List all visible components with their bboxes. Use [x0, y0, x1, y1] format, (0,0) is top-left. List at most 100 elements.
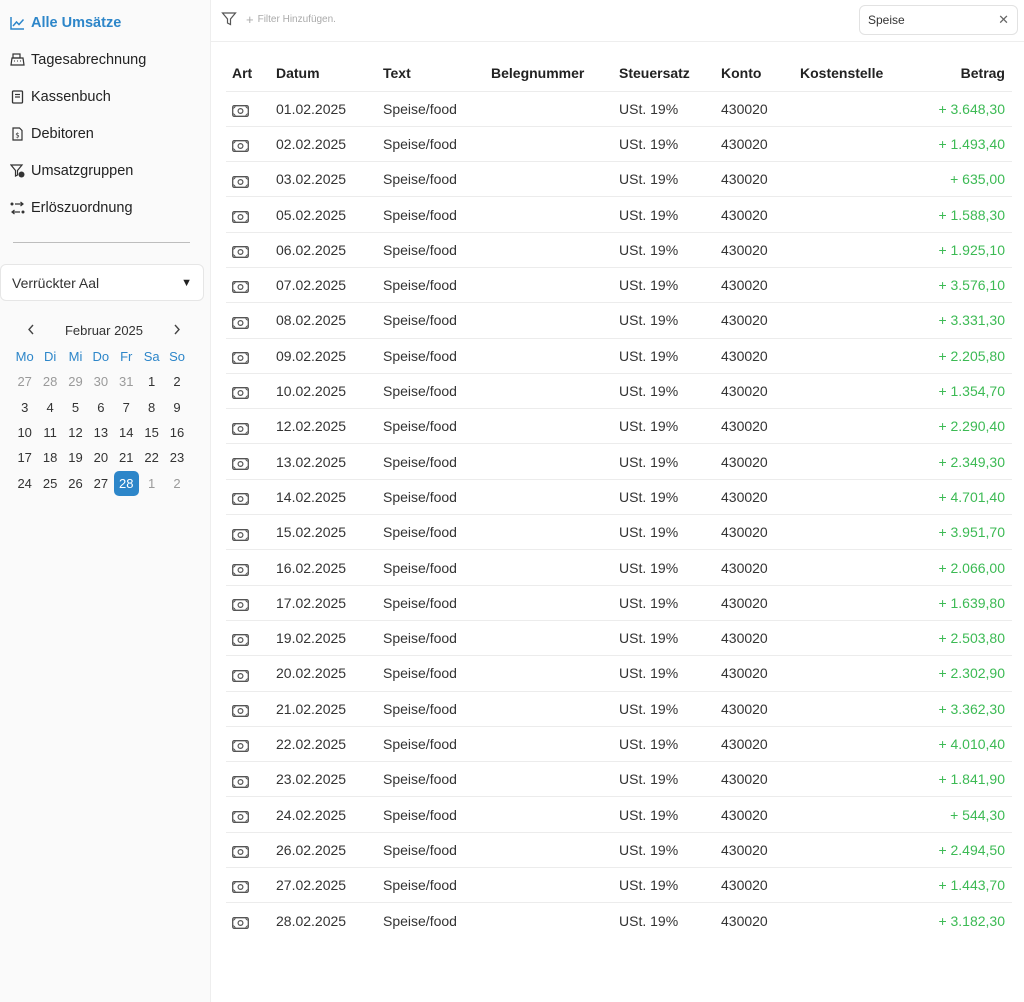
table-row[interactable]: 01.02.2025 Speise/food USt. 19% 430020 + 3.6…	[226, 90, 1012, 127]
calendar-day[interactable]: 20	[88, 445, 113, 470]
sidebar-item-kassenbuch[interactable]: Kassenbuch	[0, 78, 210, 115]
search-input[interactable]: Speise ✕	[859, 5, 1018, 35]
sidebar-item-debitoren[interactable]: $ Debitoren	[0, 115, 210, 152]
cell-art	[226, 231, 276, 268]
calendar-day[interactable]: 15	[139, 420, 164, 445]
table-row[interactable]: 21.02.2025 Speise/food USt. 19% 430020 + 3.3…	[226, 690, 1012, 727]
book-icon	[10, 89, 25, 104]
cell-konto: 430020	[721, 549, 800, 586]
table-row[interactable]: 22.02.2025 Speise/food USt. 19% 430020 + 4.0…	[226, 725, 1012, 762]
calendar-day[interactable]: 31	[114, 369, 139, 394]
table-row[interactable]: 07.02.2025 Speise/food USt. 19% 430020 + 3.5…	[226, 266, 1012, 303]
cell-art	[226, 831, 276, 868]
cell-konto: 430020	[721, 125, 800, 162]
calendar-day[interactable]: 10	[12, 420, 37, 445]
calendar-day[interactable]: 27	[88, 471, 113, 496]
sidebar-item-erloeszuordnung[interactable]: Erlöszuordnung	[0, 189, 210, 226]
clear-icon[interactable]: ✕	[998, 12, 1009, 28]
table-row[interactable]: 12.02.2025 Speise/food USt. 19% 430020 + 2.2…	[226, 408, 1012, 444]
filter-icon[interactable]	[221, 11, 237, 27]
cell-datum: 13.02.2025	[276, 443, 383, 480]
sidebar-item-tagesabrechnung[interactable]: Tagesabrechnung	[0, 41, 210, 78]
cell-datum: 17.02.2025	[276, 584, 383, 621]
cell-kostenstelle	[800, 161, 920, 197]
chevron-right-icon[interactable]	[170, 322, 184, 338]
calendar-day[interactable]: 24	[12, 471, 37, 496]
table-row[interactable]: 28.02.2025 Speise/food USt. 19% 430020 + 3.1…	[226, 902, 1012, 939]
calendar-day[interactable]: 4	[37, 394, 62, 419]
calendar-day[interactable]: 17	[12, 445, 37, 470]
calendar-day[interactable]: 2	[164, 369, 189, 394]
calendar-day[interactable]: 7	[114, 394, 139, 419]
cell-datum: 07.02.2025	[276, 266, 383, 303]
cell-betrag: + 2.205,80	[920, 337, 1012, 374]
cell-art	[226, 902, 276, 939]
calendar-day[interactable]: 22	[139, 445, 164, 470]
column-header-betrag[interactable]: Betrag	[920, 55, 1012, 91]
calendar-day[interactable]: 21	[114, 445, 139, 470]
add-filter-button[interactable]: + Filter Hinzufügen.	[246, 12, 336, 27]
calendar-day[interactable]: 13	[88, 420, 113, 445]
transactions-table-wrap: Art Datum Text Belegnummer Steuersatz Ko…	[226, 55, 1012, 939]
cell-text: Speise/food	[383, 478, 491, 515]
location-select[interactable]: Verrückter Aal ▼	[0, 264, 204, 301]
calendar-day[interactable]: 12	[63, 420, 88, 445]
sidebar-item-alle-umsaetze[interactable]: Alle Umsätze	[0, 4, 210, 41]
calendar-day[interactable]: 2	[164, 471, 189, 496]
column-header-steuersatz[interactable]: Steuersatz	[619, 55, 721, 91]
cell-kostenstelle	[800, 690, 920, 727]
table-row[interactable]: 20.02.2025 Speise/food USt. 19% 430020 + 2.3…	[226, 655, 1012, 692]
calendar-day[interactable]: 9	[164, 394, 189, 419]
column-header-kostenstelle[interactable]: Kostenstelle	[800, 55, 920, 91]
column-header-konto[interactable]: Konto	[721, 55, 800, 91]
cell-konto: 430020	[721, 337, 800, 374]
table-row[interactable]: 27.02.2025 Speise/food USt. 19% 430020 + 1.4…	[226, 867, 1012, 903]
table-row[interactable]: 16.02.2025 Speise/food USt. 19% 430020 + 2.0…	[226, 549, 1012, 586]
calendar-day[interactable]: 26	[63, 471, 88, 496]
table-row[interactable]: 26.02.2025 Speise/food USt. 19% 430020 + 2.4…	[226, 831, 1012, 868]
table-row[interactable]: 08.02.2025 Speise/food USt. 19% 430020 + 3.3…	[226, 302, 1012, 339]
table-row[interactable]: 09.02.2025 Speise/food USt. 19% 430020 + 2.2…	[226, 337, 1012, 374]
table-row[interactable]: 14.02.2025 Speise/food USt. 19% 430020 + 4.7…	[226, 478, 1012, 515]
calendar-day[interactable]: 18	[37, 445, 62, 470]
table-row[interactable]: 15.02.2025 Speise/food USt. 19% 430020 + 3.9…	[226, 514, 1012, 550]
calendar-day[interactable]: 28	[37, 369, 62, 394]
calendar-day[interactable]: 11	[37, 420, 62, 445]
table-row[interactable]: 06.02.2025 Speise/food USt. 19% 430020 + 1.9…	[226, 231, 1012, 268]
calendar-day[interactable]: 30	[88, 369, 113, 394]
column-header-text[interactable]: Text	[383, 55, 491, 91]
calendar-day[interactable]: 8	[139, 394, 164, 419]
table-row[interactable]: 02.02.2025 Speise/food USt. 19% 430020 + 1.4…	[226, 125, 1012, 162]
column-header-art[interactable]: Art	[226, 55, 276, 91]
calendar-day[interactable]: 1	[139, 369, 164, 394]
calendar-day[interactable]: 27	[12, 369, 37, 394]
calendar-day[interactable]: 3	[12, 394, 37, 419]
cell-text: Speise/food	[383, 549, 491, 586]
table-row[interactable]: 05.02.2025 Speise/food USt. 19% 430020 + 1.5…	[226, 196, 1012, 233]
cell-belegnummer	[491, 761, 619, 797]
chevron-left-icon[interactable]	[24, 322, 38, 338]
cell-betrag: + 4.010,40	[920, 725, 1012, 762]
table-row[interactable]: 10.02.2025 Speise/food USt. 19% 430020 + 1.3…	[226, 372, 1012, 409]
column-header-belegnummer[interactable]: Belegnummer	[491, 55, 619, 91]
calendar-day[interactable]: 14	[114, 420, 139, 445]
calendar-day[interactable]: 19	[63, 445, 88, 470]
table-row[interactable]: 13.02.2025 Speise/food USt. 19% 430020 + 2.3…	[226, 443, 1012, 480]
cell-konto: 430020	[721, 796, 800, 833]
sidebar-item-umsatzgruppen[interactable]: Umsatzgruppen	[0, 152, 210, 189]
calendar-day[interactable]: 25	[37, 471, 62, 496]
table-row[interactable]: 24.02.2025 Speise/food USt. 19% 430020 + 544…	[226, 796, 1012, 833]
table-row[interactable]: 23.02.2025 Speise/food USt. 19% 430020 + 1.8…	[226, 761, 1012, 797]
calendar-day-selected[interactable]: 28	[113, 470, 139, 496]
calendar-day[interactable]: 1	[139, 471, 164, 496]
column-header-datum[interactable]: Datum	[276, 55, 383, 91]
table-row[interactable]: 17.02.2025 Speise/food USt. 19% 430020 + 1.6…	[226, 584, 1012, 621]
table-row[interactable]: 03.02.2025 Speise/food USt. 19% 430020 + 635…	[226, 161, 1012, 197]
cell-belegnummer	[491, 266, 619, 303]
calendar-day[interactable]: 16	[164, 420, 189, 445]
calendar-day[interactable]: 5	[63, 394, 88, 419]
calendar-day[interactable]: 29	[63, 369, 88, 394]
calendar-day[interactable]: 23	[164, 445, 189, 470]
table-row[interactable]: 19.02.2025 Speise/food USt. 19% 430020 + 2.5…	[226, 619, 1012, 656]
calendar-day[interactable]: 6	[88, 394, 113, 419]
